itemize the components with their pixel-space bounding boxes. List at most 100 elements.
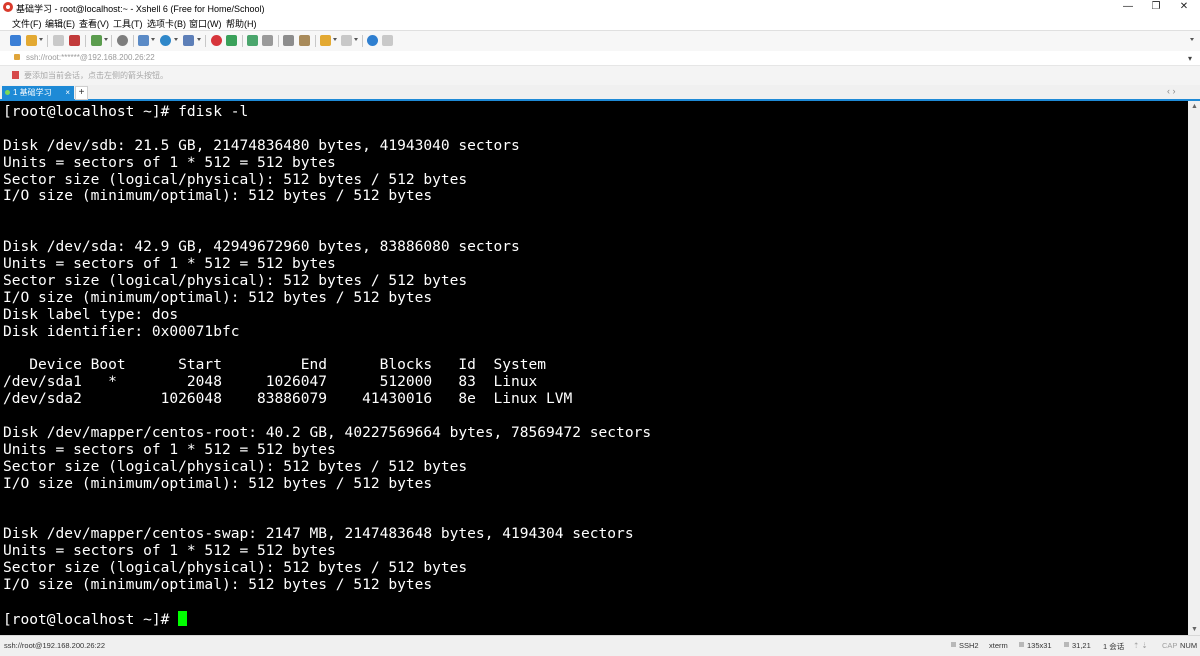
ssh-icon: [951, 642, 956, 647]
toolbar-divider: [111, 35, 112, 47]
search-icon[interactable]: [117, 35, 128, 46]
address-input[interactable]: ssh://root:******@192.168.200.26:22: [26, 53, 155, 62]
terminal-line: Units = sectors of 1 * 512 = 512 bytes: [3, 255, 336, 273]
menu-edit[interactable]: 编辑(E): [45, 17, 75, 30]
chevron-down-icon[interactable]: [151, 38, 155, 41]
scroll-up-icon[interactable]: ▲: [1191, 103, 1198, 110]
tab-close-icon[interactable]: ×: [65, 86, 70, 99]
terminal-line: Disk /dev/sdb: 21.5 GB, 21474836480 byte…: [3, 136, 520, 154]
lock-icon: [14, 54, 20, 60]
transfer-icon[interactable]: [226, 35, 237, 46]
chevron-down-icon[interactable]: [354, 38, 358, 41]
properties-icon[interactable]: [91, 35, 102, 46]
status-cursor-position: 31,21: [1072, 641, 1091, 650]
status-num-lock: NUM: [1180, 641, 1198, 650]
tab-label: 1 基础学习: [13, 88, 52, 97]
address-dropdown-icon[interactable]: ▾: [1188, 54, 1192, 63]
terminal-cursor: [178, 610, 188, 626]
minimize-button[interactable]: —: [1114, 0, 1142, 14]
terminal-line: I/O size (minimum/optimal): 512 bytes / …: [3, 288, 433, 306]
chevron-down-icon[interactable]: [104, 38, 108, 41]
chevron-down-icon[interactable]: [197, 38, 201, 41]
layout-icon[interactable]: [341, 35, 352, 46]
keyboard-icon[interactable]: [283, 35, 294, 46]
terminal-output: [root@localhost ~]# fdisk -l Disk /dev/sd…: [3, 103, 652, 628]
highlight-icon[interactable]: [183, 35, 194, 46]
terminal-line: Sector size (logical/physical): 512 byte…: [3, 271, 468, 289]
menu-tabs[interactable]: 选项卡(B): [147, 17, 186, 30]
session-hint-bar: 要添加当前会话，点击左侧的箭头按钮。: [0, 66, 1200, 85]
terminal-line: /dev/sda1 * 2048 1026047 512000 83 Linux: [3, 373, 538, 391]
lock-icon[interactable]: [262, 35, 273, 46]
bookmark-icon[interactable]: [12, 71, 19, 79]
status-terminal-type: xterm: [989, 641, 1008, 650]
terminal-line: I/O size (minimum/optimal): 512 bytes / …: [3, 575, 433, 593]
menu-tools[interactable]: 工具(T): [113, 17, 143, 30]
chevron-down-icon[interactable]: [174, 38, 178, 41]
terminal-line: I/O size (minimum/optimal): 512 bytes / …: [3, 187, 433, 205]
reconnect-icon[interactable]: [69, 35, 80, 46]
chat-icon[interactable]: [382, 35, 393, 46]
terminal-line: Device Boot Start End Blocks Id System: [3, 356, 546, 374]
terminal-screen[interactable]: [root@localhost ~]# fdisk -l Disk /dev/sd…: [0, 101, 1188, 635]
tab-scroll-arrows[interactable]: ‹ ›: [1167, 86, 1176, 96]
terminal-line: Disk identifier: 0x00071bfc: [3, 322, 240, 340]
compose-icon[interactable]: [320, 35, 331, 46]
maximize-button[interactable]: ❐: [1142, 0, 1170, 14]
terminal-line: Sector size (logical/physical): 512 byte…: [3, 559, 468, 577]
scroll-down-icon[interactable]: ▼: [1191, 626, 1198, 633]
chevron-down-icon[interactable]: [333, 38, 337, 41]
session-nav-arrows[interactable]: ⇡ ⇣: [1133, 641, 1148, 650]
terminal-line: Units = sectors of 1 * 512 = 512 bytes: [3, 542, 336, 560]
toolbar-divider: [242, 35, 243, 47]
terminal-line: Disk /dev/sda: 42.9 GB, 42949672960 byte…: [3, 238, 520, 256]
cursor-position-icon: [1064, 642, 1069, 647]
chevron-down-icon[interactable]: [1190, 38, 1194, 41]
status-size: 135x31: [1027, 641, 1052, 650]
terminal-line: Disk /dev/mapper/centos-swap: 2147 MB, 2…: [3, 525, 634, 543]
terminal-line: Disk /dev/mapper/centos-root: 40.2 GB, 4…: [3, 423, 652, 441]
script-icon[interactable]: [299, 35, 310, 46]
help-icon[interactable]: [367, 35, 378, 46]
terminal-line: Units = sectors of 1 * 512 = 512 bytes: [3, 440, 336, 458]
hint-text: 要添加当前会话，点击左侧的箭头按钮。: [24, 71, 168, 80]
menu-file[interactable]: 文件(F): [12, 17, 42, 30]
terminal-line: Disk label type: dos: [3, 305, 179, 323]
new-tab-button[interactable]: +: [75, 86, 88, 100]
menu-bar: 文件(F) 编辑(E) 查看(V) 工具(T) 选项卡(B) 窗口(W) 帮助(…: [0, 14, 1200, 30]
address-bar[interactable]: ssh://root:******@192.168.200.26:22 ▾: [0, 51, 1200, 66]
font-icon[interactable]: [138, 35, 149, 46]
menu-help[interactable]: 帮助(H): [226, 17, 257, 30]
new-session-icon[interactable]: [10, 35, 21, 46]
open-folder-icon[interactable]: [26, 35, 37, 46]
close-button[interactable]: ✕: [1170, 0, 1198, 14]
status-sessions: 1 会话: [1103, 642, 1125, 651]
xftp-icon[interactable]: [211, 35, 222, 46]
menu-window[interactable]: 窗口(W): [189, 17, 222, 30]
terminal-size-icon: [1019, 642, 1024, 647]
terminal-line: Units = sectors of 1 * 512 = 512 bytes: [3, 153, 336, 171]
fullscreen-icon[interactable]: [247, 35, 258, 46]
terminal-line: Sector size (logical/physical): 512 byte…: [3, 170, 468, 188]
toolbar-divider: [205, 35, 206, 47]
tab-session[interactable]: 1 基础学习 ×: [2, 86, 74, 99]
menu-view[interactable]: 查看(V): [79, 17, 109, 30]
connected-status-icon: [5, 90, 10, 95]
toolbar-divider: [85, 35, 86, 47]
chevron-down-icon[interactable]: [39, 38, 43, 41]
terminal-line: I/O size (minimum/optimal): 512 bytes / …: [3, 474, 433, 492]
disconnect-icon[interactable]: [53, 35, 64, 46]
title-bar: 基础学习 - root@localhost:~ - Xshell 6 (Free…: [0, 0, 1200, 14]
toolbar: [0, 30, 1200, 52]
globe-icon[interactable]: [160, 35, 171, 46]
tab-bar: 1 基础学习 × + ‹ ›: [0, 85, 1200, 101]
toolbar-divider: [362, 35, 363, 47]
terminal-scrollbar[interactable]: ▲ ▼: [1188, 101, 1200, 635]
